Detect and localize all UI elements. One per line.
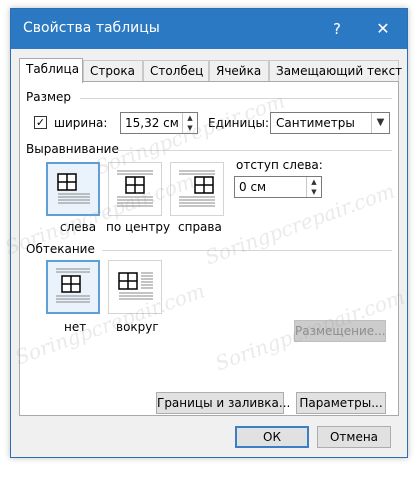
align-right-button[interactable] [170,162,224,216]
spin-down-icon[interactable]: ▼ [183,123,197,133]
alignment-group-label: Выравнивание [26,142,119,156]
title-bar: Свойства таблицы ? ✕ [11,9,407,49]
align-left-button[interactable] [46,162,100,216]
size-group-divider [80,98,392,99]
indent-label: отступ слева: [236,158,323,172]
dialog-title: Свойства таблицы [23,20,160,36]
wrap-none-button[interactable] [46,260,100,314]
spin-up-icon[interactable]: ▲ [183,113,197,123]
options-button[interactable]: Параметры... [296,392,386,414]
size-group-label: Размер [26,90,72,104]
spin-up-icon[interactable]: ▲ [307,177,321,187]
align-left-icon [57,173,90,204]
align-center-button[interactable] [108,162,162,216]
tab-panel-table: Размер ✓ ширина: 15,32 см ▲ ▼ Единицы: С… [2,81,408,416]
spin-down-icon[interactable]: ▼ [307,187,321,197]
units-label: Единицы: [208,116,270,130]
units-value: Сантиметры [276,116,355,130]
wrap-none-icon [56,268,90,303]
wrap-none-label: нет [64,320,87,334]
table-properties-dialog: Свойства таблицы ? ✕ Таблица Строка Стол… [2,8,408,458]
wrapping-group-divider [102,250,392,251]
indent-spinner[interactable]: 0 см ▲ ▼ [234,176,322,198]
width-value: 15,32 см [125,116,179,130]
indent-spinner-arrows[interactable]: ▲ ▼ [306,177,321,197]
wrap-around-button[interactable] [108,260,162,314]
positioning-button[interactable]: Размещение... [294,320,386,342]
help-icon[interactable]: ? [327,19,347,39]
wrap-around-label: вокруг [116,320,159,334]
align-center-label: по центру [106,220,171,234]
width-spinner[interactable]: 15,32 см ▲ ▼ [120,112,198,134]
borders-shading-button[interactable]: Границы и заливка... [156,392,290,414]
width-spinner-arrows[interactable]: ▲ ▼ [182,113,197,133]
ok-button[interactable]: ОК [235,426,309,448]
tab-table[interactable]: Таблица [19,58,83,83]
chevron-down-icon[interactable]: ▼ [371,113,389,133]
close-icon[interactable]: ✕ [363,14,403,44]
units-select[interactable]: Сантиметры ▼ [270,112,390,134]
cancel-button[interactable]: Отмена [317,426,391,448]
align-right-label: справа [178,220,222,234]
tab-alt-text[interactable]: Замещающий текст [269,60,402,81]
align-right-icon [179,170,215,207]
width-label: ширина: [54,116,108,130]
align-left-label: слева [60,220,97,234]
width-checkbox[interactable]: ✓ [34,116,47,129]
tab-cell[interactable]: Ячейка [209,60,269,81]
wrap-around-icon [118,272,153,300]
alignment-group-divider [118,150,392,151]
wrapping-group-label: Обтекание [26,242,95,256]
indent-value: 0 см [239,180,267,194]
align-center-icon [117,170,153,207]
tab-row[interactable]: Строка [83,60,143,81]
tab-column[interactable]: Столбец [143,60,209,81]
